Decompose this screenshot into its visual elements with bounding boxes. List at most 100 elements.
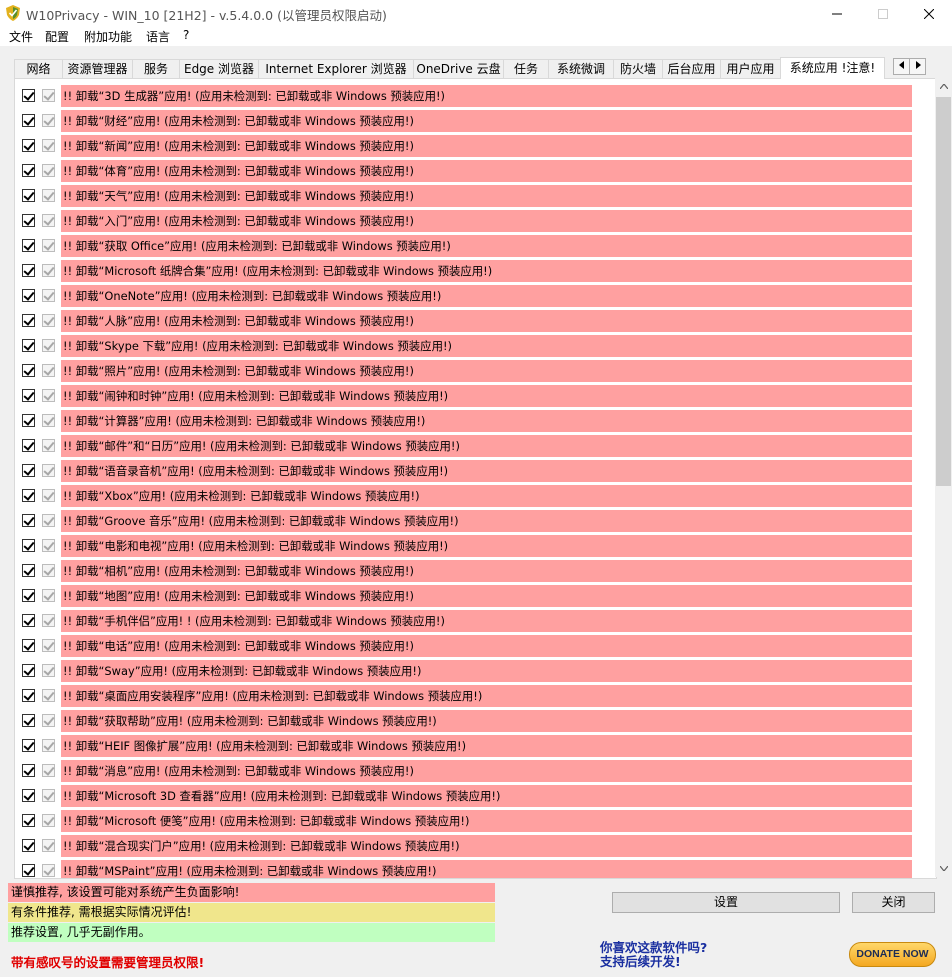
setting-label[interactable]: !! 卸载“获取 Office”应用! (应用未检测到: 已卸载或非 Windo…	[61, 235, 912, 257]
scroll-down-button[interactable]	[935, 860, 952, 877]
setting-label[interactable]: !! 卸载“电话”应用! (应用未检测到: 已卸载或非 Windows 预装应用…	[61, 635, 912, 657]
apply-checkbox[interactable]	[22, 114, 35, 127]
tab-scroll-left-button[interactable]	[893, 58, 910, 75]
setting-label[interactable]: !! 卸载“Microsoft 便笺”应用! (应用未检测到: 已卸载或非 Wi…	[61, 810, 912, 832]
tab-user-apps[interactable]: 用户应用	[720, 59, 781, 78]
scrollbar-thumb[interactable]	[936, 97, 951, 486]
apply-checkbox[interactable]	[22, 139, 35, 152]
apply-checkbox[interactable]	[22, 214, 35, 227]
setting-label[interactable]: !! 卸载“电影和电视”应用! (应用未检测到: 已卸载或非 Windows 预…	[61, 535, 912, 557]
tab-tasks[interactable]: 任务	[503, 59, 549, 78]
scroll-up-button[interactable]	[935, 78, 952, 95]
menu-help[interactable]: ?	[183, 28, 189, 42]
current-state-checkbox	[42, 489, 55, 502]
apply-checkbox[interactable]	[22, 239, 35, 252]
vertical-scrollbar[interactable]	[935, 78, 952, 877]
apply-checkbox[interactable]	[22, 464, 35, 477]
maximize-button[interactable]	[860, 0, 906, 26]
apply-checkbox[interactable]	[22, 514, 35, 527]
setting-label[interactable]: !! 卸载“Groove 音乐”应用! (应用未检测到: 已卸载或非 Windo…	[61, 510, 912, 532]
tab-explorer[interactable]: 资源管理器	[62, 59, 133, 78]
setting-label[interactable]: !! 卸载“财经”应用! (应用未检测到: 已卸载或非 Windows 预装应用…	[61, 110, 912, 132]
apply-checkbox[interactable]	[22, 614, 35, 627]
chevron-down-icon	[939, 865, 948, 872]
chevron-up-icon	[939, 83, 948, 90]
tab-internet-explorer[interactable]: Internet Explorer 浏览器	[258, 59, 414, 78]
menu-language[interactable]: 语言	[146, 28, 170, 45]
close-button[interactable]: 关闭	[852, 892, 935, 913]
apply-checkbox[interactable]	[22, 314, 35, 327]
apply-checkbox[interactable]	[22, 289, 35, 302]
close-window-button[interactable]	[906, 0, 952, 26]
apply-checkbox[interactable]	[22, 664, 35, 677]
menu-addons[interactable]: 附加功能	[84, 28, 132, 45]
tab-background-apps[interactable]: 后台应用	[662, 59, 721, 78]
setting-label[interactable]: !! 卸载“MSPaint”应用! (应用未检测到: 已卸载或非 Windows…	[61, 860, 912, 878]
tab-firewall[interactable]: 防火墙	[613, 59, 663, 78]
apply-checkbox[interactable]	[22, 589, 35, 602]
setting-label[interactable]: !! 卸载“消息”应用! (应用未检测到: 已卸载或非 Windows 预装应用…	[61, 760, 912, 782]
setting-label[interactable]: !! 卸载“照片”应用! (应用未检测到: 已卸载或非 Windows 预装应用…	[61, 360, 912, 382]
setting-label[interactable]: !! 卸载“HEIF 图像扩展”应用! (应用未检测到: 已卸载或非 Windo…	[61, 735, 912, 757]
tab-edge[interactable]: Edge 浏览器	[179, 59, 259, 78]
setting-label[interactable]: !! 卸载“人脉”应用! (应用未检测到: 已卸载或非 Windows 预装应用…	[61, 310, 912, 332]
apply-checkbox[interactable]	[22, 789, 35, 802]
setting-label[interactable]: !! 卸载“闹钟和时钟”应用! (应用未检测到: 已卸载或非 Windows 预…	[61, 385, 912, 407]
apply-checkbox[interactable]	[22, 389, 35, 402]
apply-checkbox[interactable]	[22, 564, 35, 577]
setting-label[interactable]: !! 卸载“3D 生成器”应用! (应用未检测到: 已卸载或非 Windows …	[61, 85, 912, 107]
apply-checkbox[interactable]	[22, 414, 35, 427]
minimize-button[interactable]	[814, 0, 860, 26]
tab-system-apps[interactable]: 系统应用 !注意!	[780, 57, 885, 79]
apply-checkbox[interactable]	[22, 639, 35, 652]
apply-checkbox[interactable]	[22, 264, 35, 277]
apply-checkbox[interactable]	[22, 764, 35, 777]
tab-services[interactable]: 服务	[132, 59, 180, 78]
setting-label[interactable]: !! 卸载“新闻”应用! (应用未检测到: 已卸载或非 Windows 预装应用…	[61, 135, 912, 157]
setting-label[interactable]: !! 卸载“天气”应用! (应用未检测到: 已卸载或非 Windows 预装应用…	[61, 185, 912, 207]
menu-config[interactable]: 配置	[45, 28, 69, 45]
apply-checkbox[interactable]	[22, 164, 35, 177]
apply-checkbox[interactable]	[22, 489, 35, 502]
setting-row: !! 卸载“电话”应用! (应用未检测到: 已卸载或非 Windows 预装应用…	[15, 635, 920, 660]
setting-label[interactable]: !! 卸载“语音录音机”应用! (应用未检测到: 已卸载或非 Windows 预…	[61, 460, 912, 482]
setting-label[interactable]: !! 卸载“桌面应用安装程序”应用! (应用未检测到: 已卸载或非 Window…	[61, 685, 912, 707]
apply-checkbox[interactable]	[22, 189, 35, 202]
apply-checkbox[interactable]	[22, 364, 35, 377]
setting-row: !! 卸载“体育”应用! (应用未检测到: 已卸载或非 Windows 预装应用…	[15, 160, 920, 185]
setting-label[interactable]: !! 卸载“Xbox”应用! (应用未检测到: 已卸载或非 Windows 预装…	[61, 485, 912, 507]
apply-checkbox[interactable]	[22, 864, 35, 877]
setting-label[interactable]: !! 卸载“Microsoft 纸牌合集”应用! (应用未检测到: 已卸载或非 …	[61, 260, 912, 282]
setting-row: !! 卸载“人脉”应用! (应用未检测到: 已卸载或非 Windows 预装应用…	[15, 310, 920, 335]
minimize-icon	[832, 13, 842, 14]
setting-label[interactable]: !! 卸载“相机”应用! (应用未检测到: 已卸载或非 Windows 预装应用…	[61, 560, 912, 582]
apply-checkbox[interactable]	[22, 89, 35, 102]
apply-checkbox[interactable]	[22, 689, 35, 702]
apply-checkbox[interactable]	[22, 714, 35, 727]
setting-label[interactable]: !! 卸载“OneNote”应用! (应用未检测到: 已卸载或非 Windows…	[61, 285, 912, 307]
tab-tweaks[interactable]: 系统微调	[548, 59, 614, 78]
setting-label[interactable]: !! 卸载“Sway”应用! (应用未检测到: 已卸载或非 Windows 预装…	[61, 660, 912, 682]
tab-onedrive[interactable]: OneDrive 云盘	[413, 59, 504, 78]
setting-label[interactable]: !! 卸载“入门”应用! (应用未检测到: 已卸载或非 Windows 预装应用…	[61, 210, 912, 232]
setting-label[interactable]: !! 卸载“Skype 下载”应用! (应用未检测到: 已卸载或非 Window…	[61, 335, 912, 357]
menu-file[interactable]: 文件	[9, 28, 33, 45]
setting-label[interactable]: !! 卸载“计算器”应用! (应用未检测到: 已卸载或非 Windows 预装应…	[61, 410, 912, 432]
setting-label[interactable]: !! 卸载“混合现实门户”应用! (应用未检测到: 已卸载或非 Windows …	[61, 835, 912, 857]
donate-button[interactable]: DONATE NOW	[849, 942, 936, 967]
tab-scroll-right-button[interactable]	[909, 58, 926, 75]
setting-label[interactable]: !! 卸载“体育”应用! (应用未检测到: 已卸载或非 Windows 预装应用…	[61, 160, 912, 182]
apply-checkbox[interactable]	[22, 739, 35, 752]
setting-label[interactable]: !! 卸载“Microsoft 3D 查看器”应用! (应用未检测到: 已卸载或…	[61, 785, 912, 807]
tab-network[interactable]: 网络	[14, 59, 63, 78]
apply-button[interactable]: 设置	[612, 892, 840, 913]
apply-checkbox[interactable]	[22, 539, 35, 552]
apply-checkbox[interactable]	[22, 339, 35, 352]
setting-label[interactable]: !! 卸载“获取帮助”应用! (应用未检测到: 已卸载或非 Windows 预装…	[61, 710, 912, 732]
apply-checkbox[interactable]	[22, 814, 35, 827]
setting-label[interactable]: !! 卸载“地图”应用! (应用未检测到: 已卸载或非 Windows 预装应用…	[61, 585, 912, 607]
setting-label[interactable]: !! 卸载“手机伴侣”应用! ! (应用未检测到: 已卸载或非 Windows …	[61, 610, 912, 632]
apply-checkbox[interactable]	[22, 839, 35, 852]
apply-checkbox[interactable]	[22, 439, 35, 452]
setting-label[interactable]: !! 卸载“邮件”和“日历”应用! (应用未检测到: 已卸载或非 Windows…	[61, 435, 912, 457]
